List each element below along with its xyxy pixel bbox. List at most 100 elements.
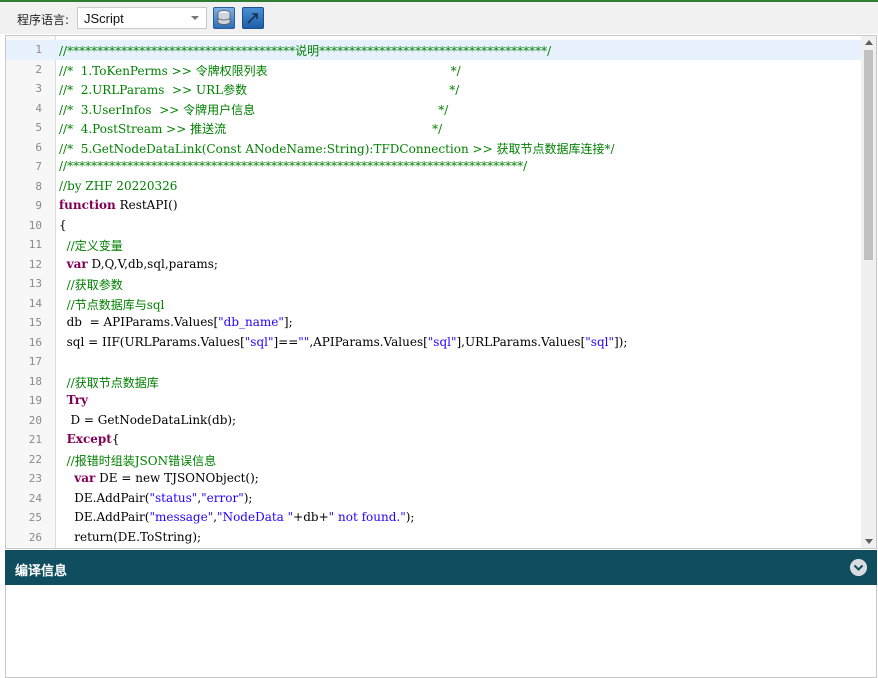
line-number: 13 [28, 277, 42, 290]
code-token: ); [243, 490, 253, 505]
code-line[interactable]: 4 //* 3.UserInfos >> 令牌用户信息 */ [6, 99, 862, 119]
code-line[interactable]: 6 //* 5.GetNodeDataLink(Const ANodeName:S… [6, 138, 862, 158]
line-number: 11 [28, 238, 42, 251]
code-line[interactable]: 24 DE.AddPair("status","error"); [6, 489, 862, 509]
code-token: "sql" [427, 334, 457, 349]
code-line[interactable]: 23 var DE = new TJSONObject(); [6, 469, 862, 489]
code-text: Except{ [59, 432, 120, 446]
run-icon [247, 13, 258, 24]
code-token: D,Q,V,db,sql,params; [87, 256, 218, 271]
run-button[interactable] [242, 7, 264, 29]
code-text: //节点数据库与sql [59, 296, 165, 313]
code-editor[interactable]: 1 //*************************************… [5, 35, 877, 549]
code-line[interactable]: 18 //获取节点数据库 [6, 372, 862, 392]
line-number: 8 [35, 179, 42, 193]
code-token: ]; [283, 315, 293, 329]
code-token: { [59, 217, 67, 232]
code-text: D = GetNodeDataLink(db); [59, 413, 236, 427]
code-token: db = APIParams.Values[ [59, 315, 219, 329]
code-line[interactable]: 10 { [6, 216, 862, 236]
code-line[interactable]: 8 //by ZHF 20220326 [6, 177, 862, 197]
line-number: 1 [35, 43, 42, 56]
line-number: 25 [28, 511, 42, 524]
code-line[interactable]: 14 //节点数据库与sql [6, 294, 862, 314]
code-line[interactable]: 11 //定义变量 [6, 235, 862, 255]
code-token: //**************************************… [59, 44, 552, 58]
code-line[interactable]: 16 sql = IIF(URLParams.Values["sql"]==""… [6, 333, 862, 353]
code-text: //* 1.ToKenPerms >> 令牌权限列表 */ [59, 62, 461, 79]
code-text: //* 3.UserInfos >> 令牌用户信息 */ [59, 101, 448, 118]
line-number: 9 [35, 199, 42, 212]
code-text: //获取参数 [59, 276, 123, 293]
code-token: "sql" [244, 334, 274, 349]
code-line[interactable]: 5 //* 4.PostStream >> 推送流 */ [6, 118, 862, 138]
code-token: D = GetNodeDataLink(db); [59, 412, 237, 427]
code-line[interactable]: 9 function RestAPI() [6, 196, 862, 216]
code-text: Try [59, 393, 88, 407]
code-line[interactable]: 25 DE.AddPair("message","NodeData "+db+"… [6, 508, 862, 528]
code-token: { [111, 432, 120, 446]
code-token: "NodeData " [217, 510, 294, 524]
code-token: "message" [149, 510, 214, 524]
code-line[interactable]: 13 //获取参数 [6, 274, 862, 294]
database-button[interactable] [213, 7, 235, 29]
code-token: "" [298, 334, 310, 349]
vertical-scrollbar[interactable] [861, 36, 876, 548]
code-text: //* 4.PostStream >> 推送流 */ [59, 120, 442, 137]
code-text: //* 2.URLParams >> URL参数 */ [59, 81, 459, 98]
scrollbar-thumb[interactable] [864, 50, 873, 260]
scroll-down-icon[interactable] [865, 539, 873, 544]
chevron-down-icon [191, 16, 199, 20]
chevron-down-icon[interactable] [850, 559, 867, 576]
language-label: 程序语言: [17, 13, 70, 27]
code-token: DE = new TJSONObject(); [95, 471, 259, 485]
code-text: //定义变量 [59, 237, 123, 254]
code-token: " not found." [328, 510, 406, 524]
code-token: //* 3.UserInfos >> 令牌用户信息 */ [59, 102, 449, 117]
line-number: 2 [35, 62, 42, 76]
code-token: //* 5.GetNodeDataLink(Const ANodeName:St… [59, 141, 615, 156]
code-line[interactable]: 20 D = GetNodeDataLink(db); [6, 411, 862, 431]
code-token: //获取参数 [59, 278, 123, 292]
code-token: //by ZHF 20220326 [59, 178, 178, 193]
compile-info-header[interactable]: 编译信息 [5, 550, 877, 585]
code-token: DE.AddPair( [59, 490, 150, 505]
line-number: 23 [28, 472, 42, 485]
code-line[interactable]: 7 //*************************************… [6, 157, 862, 177]
code-line[interactable]: 21 Except{ [6, 430, 862, 450]
scroll-up-icon[interactable] [865, 40, 873, 45]
code-token: //* 4.PostStream >> 推送流 */ [59, 122, 443, 136]
code-text: sql = IIF(URLParams.Values["sql"]=="",AP… [59, 334, 628, 349]
code-text: //报错时组装JSON错误信息 [59, 452, 216, 469]
code-token: //定义变量 [59, 239, 123, 253]
code-line[interactable]: 1 //*************************************… [6, 40, 862, 60]
code-token: ,APIParams.Values[ [309, 334, 428, 349]
code-line[interactable]: 3 //* 2.URLParams >> URL参数 */ [6, 79, 862, 99]
code-text: var DE = new TJSONObject(); [59, 471, 259, 485]
code-text: return(DE.ToString); [59, 530, 201, 544]
code-line[interactable]: 2 //* 1.ToKenPerms >> 令牌权限列表 */ [6, 60, 862, 80]
code-text: DE.AddPair("status","error"); [59, 491, 252, 505]
code-token: return(DE.ToString); [59, 529, 202, 544]
line-number: 7 [35, 160, 42, 173]
language-select[interactable]: JScript [77, 7, 207, 29]
code-line[interactable]: 12 var D,Q,V,db,sql,params; [6, 255, 862, 275]
line-number: 16 [28, 335, 42, 349]
code-token: //节点数据库与sql [59, 297, 165, 312]
code-token: Except [66, 432, 112, 446]
code-line[interactable]: 22 //报错时组装JSON错误信息 [6, 450, 862, 470]
code-text: var D,Q,V,db,sql,params; [59, 257, 218, 271]
line-number: 19 [28, 394, 42, 407]
code-line[interactable]: 26 return(DE.ToString); [6, 528, 862, 548]
line-number: 12 [28, 257, 42, 271]
code-line[interactable]: 19 Try [6, 391, 862, 411]
line-number: 6 [35, 140, 42, 154]
code-line[interactable]: 17 [6, 352, 862, 372]
code-token: Try [66, 393, 88, 407]
code-line[interactable]: 15 db = APIParams.Values["db_name"]; [6, 313, 862, 333]
compile-info-title: 编译信息 [15, 564, 68, 579]
code-token: //**************************************… [59, 159, 528, 173]
